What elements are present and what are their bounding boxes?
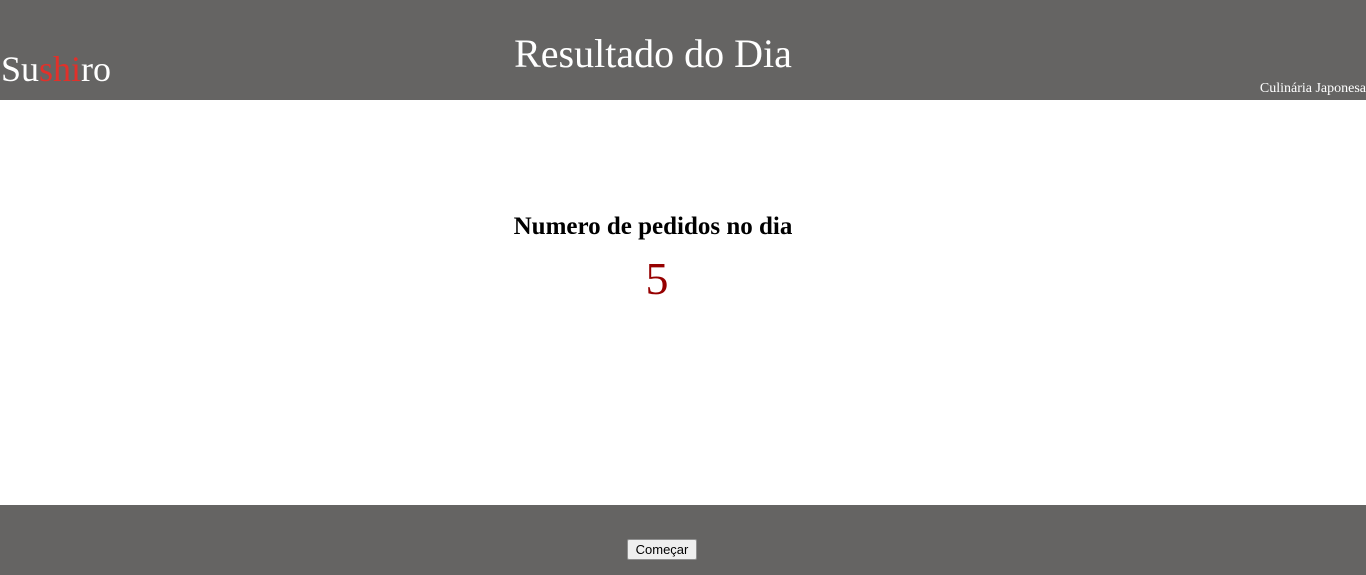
start-button[interactable]: Começar xyxy=(627,539,697,560)
orders-count: 5 xyxy=(645,253,669,304)
footer: Começar xyxy=(0,505,1366,575)
tagline: Culinária Japonesa xyxy=(1259,81,1366,96)
page-title: Resultado do Dia xyxy=(514,31,792,76)
main-content: Numero de pedidos no dia 5 xyxy=(0,100,1366,505)
orders-label: Numero de pedidos no dia xyxy=(513,213,793,240)
header: Sushiro Resultado do Dia Culinária Japon… xyxy=(0,0,1366,100)
